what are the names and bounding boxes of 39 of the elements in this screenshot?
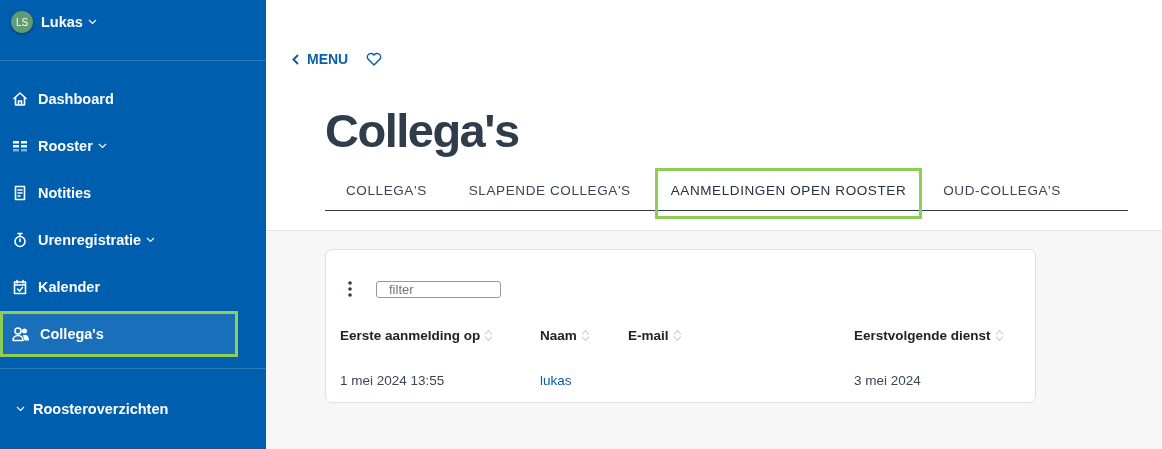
sidebar-item[interactable]: Dashboard — [2, 78, 262, 120]
tab[interactable]: SLAPENDE COLLEGA'S — [447, 183, 652, 210]
column-header[interactable]: Naam — [540, 328, 590, 343]
document-icon — [12, 185, 28, 201]
caret-icon — [97, 143, 107, 149]
heart-icon[interactable] — [366, 52, 383, 66]
sidebar-item[interactable]: Notities — [2, 172, 262, 214]
people-icon — [12, 326, 30, 342]
column-header[interactable]: E-mail — [628, 328, 682, 343]
menu-back-link[interactable]: MENU — [292, 51, 349, 67]
sort-icon — [484, 329, 494, 342]
stopwatch-icon — [12, 232, 28, 248]
page-title: Collega's — [325, 103, 520, 158]
grid-icon — [12, 138, 28, 154]
sort-icon — [994, 329, 1004, 342]
tab[interactable]: OUD-COLLEGA'S — [922, 183, 1082, 210]
caret-icon — [16, 406, 25, 412]
caret-icon — [146, 237, 156, 243]
tab[interactable]: AANMELDINGEN OPEN ROOSTER — [657, 171, 920, 216]
sort-icon — [672, 329, 682, 342]
sidebar-item[interactable]: Kalender — [2, 266, 262, 308]
calendar-icon — [12, 279, 28, 295]
table-cell: 3 mei 2024 — [854, 373, 921, 388]
tab[interactable]: COLLEGA'S — [325, 183, 448, 210]
filter-field[interactable]: filter — [376, 280, 501, 298]
name-link[interactable]: lukas — [540, 373, 572, 388]
user-menu[interactable]: Lukas — [41, 14, 97, 30]
column-header[interactable]: Eerstvolgende dienst — [854, 328, 1004, 343]
section-toggle[interactable]: Roosteroverzichten — [0, 369, 266, 449]
sidebar-item[interactable]: Collega's — [2, 313, 236, 355]
sort-icon — [580, 329, 590, 342]
table-cell: 1 mei 2024 13:55 — [340, 373, 445, 388]
sidebar-item[interactable]: Rooster — [2, 125, 262, 167]
sidebar-item[interactable]: Urenregistratie — [2, 219, 262, 261]
more-icon[interactable] — [348, 280, 352, 298]
back-icon — [292, 53, 299, 65]
column-header[interactable]: Eerste aanmelding op — [340, 328, 494, 343]
home-icon — [12, 91, 28, 107]
caret-icon — [87, 19, 97, 25]
